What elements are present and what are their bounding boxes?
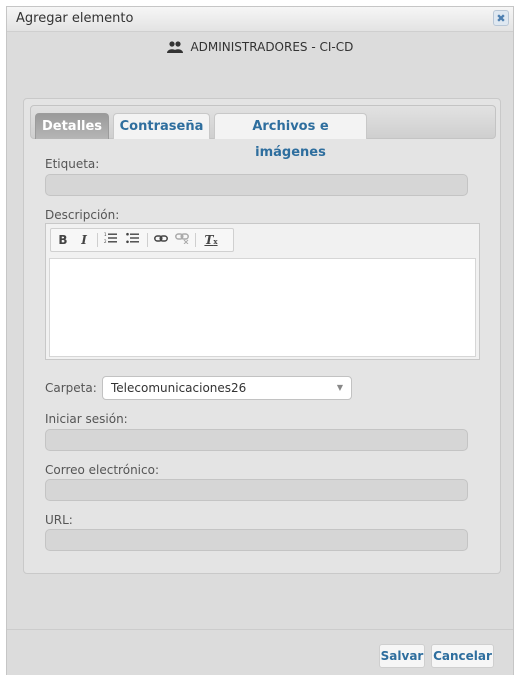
link-button[interactable] bbox=[151, 231, 171, 249]
svg-text:2: 2 bbox=[104, 239, 107, 244]
tab-details[interactable]: Detalles bbox=[35, 113, 109, 139]
login-label: Iniciar sesión: bbox=[45, 412, 128, 426]
link-icon bbox=[154, 235, 168, 242]
group-name: ADMINISTRADORES - CI-CD bbox=[190, 40, 354, 54]
toolbar-separator bbox=[97, 233, 98, 247]
group-heading: ADMINISTRADORES - CI-CD bbox=[7, 40, 513, 54]
dialog-footer: Salvar Cancelar bbox=[7, 629, 513, 675]
bulleted-list-button[interactable] bbox=[123, 231, 143, 249]
italic-icon: I bbox=[81, 233, 87, 247]
bold-icon: B bbox=[58, 233, 68, 247]
bulleted-list-icon bbox=[126, 232, 139, 244]
close-icon: ✖ bbox=[496, 12, 506, 25]
folder-label: Carpeta: bbox=[45, 381, 97, 395]
unlink-icon bbox=[175, 233, 189, 245]
bold-button[interactable]: B bbox=[53, 231, 73, 249]
remove-format-button[interactable]: Tx bbox=[201, 231, 221, 249]
numbered-list-icon: 1 2 bbox=[104, 232, 117, 244]
tab-bar: Detalles Contraseña Archivos e imágenes bbox=[30, 105, 496, 160]
numbered-list-button[interactable]: 1 2 bbox=[101, 231, 121, 249]
close-button[interactable]: ✖ bbox=[493, 10, 509, 26]
label-field-label: Etiqueta: bbox=[45, 157, 100, 171]
tab-files-images[interactable]: Archivos e imágenes bbox=[214, 113, 367, 160]
url-input[interactable] bbox=[45, 529, 468, 551]
login-input[interactable] bbox=[45, 429, 468, 451]
folder-select[interactable]: Telecomunicaciones26 ▼ bbox=[102, 376, 352, 400]
add-item-dialog: Agregar elemento ✖ ADMINISTRADORES - CI-… bbox=[6, 6, 514, 675]
toolbar-separator bbox=[147, 233, 148, 247]
toolbar-separator bbox=[195, 233, 196, 247]
users-icon bbox=[166, 41, 183, 53]
save-button[interactable]: Salvar bbox=[379, 644, 425, 668]
url-label: URL: bbox=[45, 513, 73, 527]
tab-password[interactable]: Contraseña bbox=[113, 113, 210, 139]
label-input[interactable] bbox=[45, 174, 468, 196]
chevron-down-icon: ▼ bbox=[336, 383, 343, 392]
email-label: Correo electrónico: bbox=[45, 463, 159, 477]
svg-text:1: 1 bbox=[104, 232, 107, 237]
editor-toolbar: B I 1 2 Tx bbox=[50, 228, 234, 252]
email-input[interactable] bbox=[45, 479, 468, 501]
dialog-titlebar[interactable]: Agregar elemento ✖ bbox=[7, 7, 513, 32]
details-panel: Detalles Contraseña Archivos e imágenes … bbox=[23, 98, 501, 574]
unlink-button[interactable] bbox=[172, 231, 192, 249]
cancel-button[interactable]: Cancelar bbox=[431, 644, 494, 668]
folder-selected-value: Telecomunicaciones26 bbox=[111, 381, 247, 395]
description-editor: B I 1 2 Tx bbox=[45, 223, 480, 360]
description-textarea[interactable] bbox=[49, 258, 476, 357]
description-label: Descripción: bbox=[45, 208, 120, 222]
italic-button[interactable]: I bbox=[74, 231, 94, 249]
dialog-title: Agregar elemento bbox=[16, 11, 134, 26]
